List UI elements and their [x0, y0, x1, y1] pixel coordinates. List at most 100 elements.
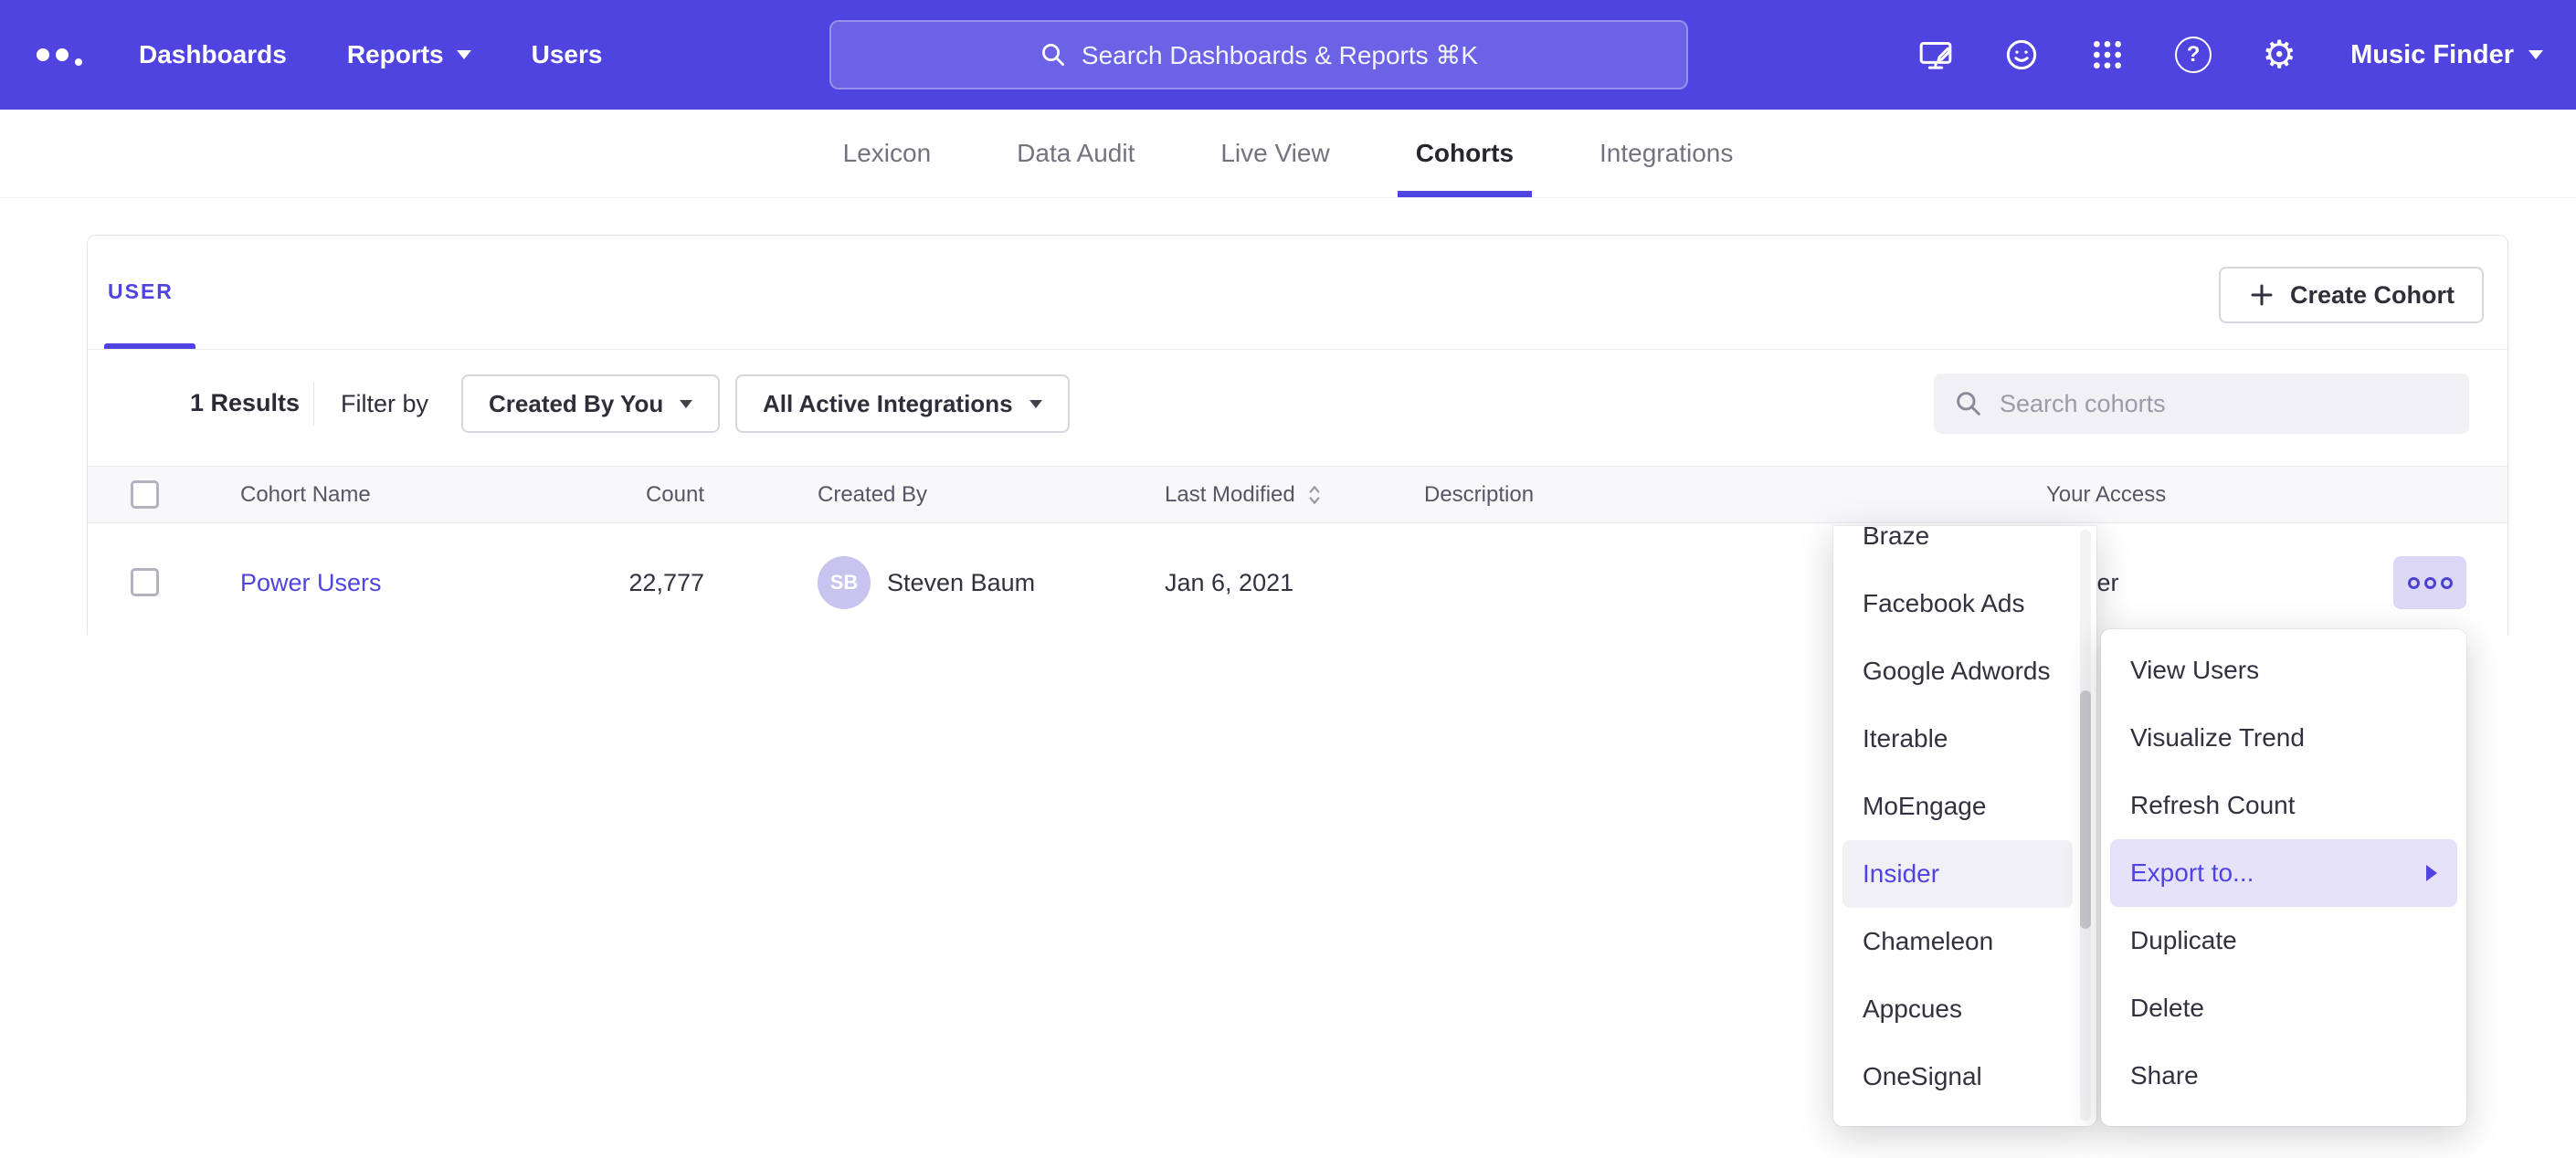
submenu-arrow-icon — [2426, 865, 2437, 881]
menu-item-refresh-count[interactable]: Refresh Count — [2101, 772, 2466, 839]
project-picker[interactable]: Music Finder — [2350, 40, 2543, 70]
menu-item-braze[interactable]: Braze — [1833, 526, 2096, 570]
integrations-filter-dropdown[interactable]: All Active Integrations — [735, 374, 1070, 433]
menu-item-visualize-trend[interactable]: Visualize Trend — [2101, 704, 2466, 772]
select-all-checkbox[interactable] — [131, 480, 159, 509]
menu-item-chameleon[interactable]: Chameleon — [1833, 908, 2096, 975]
nav-dashboards[interactable]: Dashboards — [139, 40, 287, 69]
cohort-actions-list: View Users Visualize Trend Refresh Count… — [2101, 637, 2466, 1110]
cohort-table-row: Power Users 22,777 SB Steven Baum Jan 6,… — [88, 523, 2507, 642]
apps-grid-icon[interactable] — [2087, 35, 2127, 75]
logo-dot-icon — [75, 58, 82, 66]
chevron-down-icon — [2528, 50, 2543, 59]
tab-label: Integrations — [1599, 139, 1733, 168]
created-by-filter-label: Created By You — [489, 390, 663, 418]
create-cohort-button[interactable]: Create Cohort — [2219, 267, 2484, 323]
results-count: 1 Results — [190, 389, 300, 417]
chevron-down-icon — [457, 50, 471, 59]
more-dots-icon — [2441, 577, 2453, 589]
top-navigation-bar: Dashboards Reports Users Search Dashboar… — [0, 0, 2576, 110]
column-last-modified-label: Last Modified — [1165, 482, 1295, 508]
global-search-placeholder: Search Dashboards & Reports ⌘K — [1082, 40, 1478, 70]
help-circle: ? — [2175, 37, 2212, 73]
row-checkbox[interactable] — [131, 568, 159, 596]
divider — [88, 349, 2507, 350]
column-count: Count — [586, 467, 704, 522]
tab-user-cohorts[interactable]: USER — [108, 279, 174, 304]
search-icon — [1954, 389, 1983, 418]
menu-item-share[interactable]: Share — [2101, 1042, 2466, 1110]
cohort-search-input[interactable] — [2000, 374, 2456, 434]
menu-item-appcues[interactable]: Appcues — [1833, 975, 2096, 1043]
sort-icon — [1304, 483, 1325, 507]
menu-item-onesignal[interactable]: OneSignal — [1833, 1043, 2096, 1111]
created-by-name: Steven Baum — [887, 569, 1035, 597]
created-by-filter-dropdown[interactable]: Created By You — [461, 374, 720, 433]
cohort-search — [1934, 374, 2469, 434]
chevron-down-icon — [680, 400, 692, 408]
cohorts-table-header: Cohort Name Count Created By Last Modifi… — [88, 466, 2507, 523]
more-dots-icon — [2424, 577, 2436, 589]
section-tabs: Lexicon Data Audit Live View Cohorts Int… — [0, 110, 2576, 198]
menu-item-view-users[interactable]: View Users — [2101, 637, 2466, 704]
menu-item-delete[interactable]: Delete — [2101, 974, 2466, 1042]
menu-item-iterable[interactable]: Iterable — [1833, 705, 2096, 773]
help-glyph: ? — [2187, 44, 2201, 66]
cohort-count: 22,777 — [586, 523, 704, 642]
chevron-down-icon — [1029, 400, 1042, 408]
filter-by-label: Filter by — [341, 390, 428, 418]
gear-glyph: ⚙ — [2262, 36, 2296, 74]
cohort-actions-menu: View Users Visualize Trend Refresh Count… — [2101, 629, 2466, 1126]
menu-item-duplicate[interactable]: Duplicate — [2101, 907, 2466, 974]
tab-label: Cohorts — [1416, 139, 1514, 168]
plus-icon — [2248, 281, 2275, 309]
topbar-right-cluster: ? ⚙ Music Finder — [1916, 0, 2543, 110]
nav-users-label: Users — [532, 40, 603, 69]
scrollbar-thumb[interactable] — [2080, 690, 2091, 929]
integrations-filter-label: All Active Integrations — [763, 390, 1013, 418]
tab-data-audit[interactable]: Data Audit — [986, 110, 1166, 197]
brand-logo[interactable] — [37, 0, 82, 110]
export-to-submenu: Braze Facebook Ads Google Adwords Iterab… — [1833, 526, 2096, 1126]
column-description: Description — [1424, 467, 1534, 522]
nav-reports-label: Reports — [347, 40, 444, 69]
logo-dot-icon — [56, 48, 69, 61]
settings-gear-icon[interactable]: ⚙ — [2259, 35, 2299, 75]
export-to-label: Export to... — [2130, 858, 2254, 888]
menu-item-moengage[interactable]: MoEngage — [1833, 773, 2096, 840]
feedback-smiley-icon[interactable] — [2001, 35, 2042, 75]
contact-monitor-icon[interactable] — [1916, 35, 1956, 75]
export-to-submenu-list: Braze Facebook Ads Google Adwords Iterab… — [1833, 526, 2096, 1111]
nav-reports[interactable]: Reports — [347, 40, 471, 69]
row-actions-button[interactable] — [2393, 556, 2466, 609]
nav-users[interactable]: Users — [532, 40, 603, 69]
column-cohort-name: Cohort Name — [240, 467, 371, 522]
nav-dashboards-label: Dashboards — [139, 40, 287, 69]
menu-item-facebook-ads[interactable]: Facebook Ads — [1833, 570, 2096, 637]
tab-lexicon[interactable]: Lexicon — [812, 110, 963, 197]
avatar: SB — [818, 556, 871, 609]
last-modified-cell: Jan 6, 2021 — [1165, 523, 1293, 642]
cohort-name-link[interactable]: Power Users — [240, 569, 382, 597]
tab-label: Lexicon — [843, 139, 932, 168]
help-icon[interactable]: ? — [2173, 35, 2213, 75]
app-screen: Dashboards Reports Users Search Dashboar… — [0, 0, 2576, 1158]
column-your-access: Your Access — [2046, 467, 2166, 522]
column-last-modified[interactable]: Last Modified — [1165, 467, 1325, 522]
create-cohort-label: Create Cohort — [2290, 281, 2455, 310]
search-icon — [1040, 41, 1067, 68]
more-dots-icon — [2408, 577, 2420, 589]
project-name: Music Finder — [2350, 40, 2514, 70]
tab-cohorts[interactable]: Cohorts — [1385, 110, 1545, 197]
tab-label: Data Audit — [1017, 139, 1135, 168]
divider — [313, 382, 314, 426]
logo-dot-icon — [37, 48, 49, 61]
global-search-input[interactable]: Search Dashboards & Reports ⌘K — [829, 20, 1688, 89]
cohorts-panel: USER Create Cohort 1 Results Filter by C… — [87, 235, 2508, 642]
tab-integrations[interactable]: Integrations — [1568, 110, 1764, 197]
menu-item-insider[interactable]: Insider — [1842, 840, 2073, 908]
tab-live-view[interactable]: Live View — [1189, 110, 1360, 197]
menu-item-google-adwords[interactable]: Google Adwords — [1833, 637, 2096, 705]
menu-item-export-to[interactable]: Export to... — [2110, 839, 2457, 907]
primary-nav: Dashboards Reports Users — [139, 0, 602, 110]
